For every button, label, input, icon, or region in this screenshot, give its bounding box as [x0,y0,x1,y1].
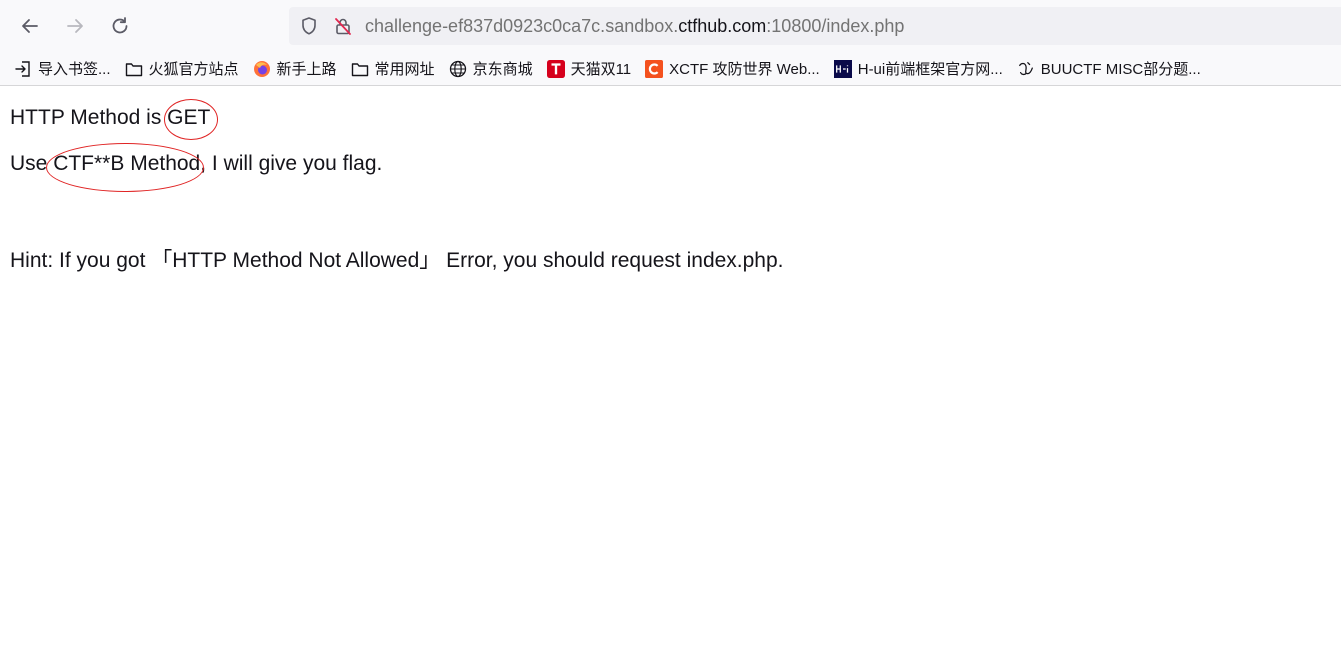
bookmark-import[interactable]: 导入书签... [14,58,111,79]
reload-icon [112,17,128,34]
insecure-lock-icon[interactable] [331,14,355,38]
back-button[interactable] [14,10,46,42]
bookmark-label: 常用网址 [374,61,435,78]
bookmark-label: 火狐官方站点 [148,61,239,78]
import-icon [14,60,32,78]
http-method-line: HTTP Method is GET [10,99,219,140]
url-prefix: challenge-ef837d0923c0ca7c.sandbox. [365,15,679,36]
bookmark-label: H-ui前端框架官方网... [857,61,1003,78]
forward-arrow-icon [67,19,83,33]
bookmark-label: XCTF 攻防世界 Web... [669,61,820,78]
method-label: HTTP Method is [10,106,168,129]
firefox-icon [253,60,271,78]
bookmark-xctf[interactable]: XCTF 攻防世界 Web... [645,58,820,79]
globe-icon [449,60,467,78]
bookmark-common-sites[interactable]: 常用网址 [351,58,435,79]
tmall-icon [546,59,565,78]
buuctf-icon [1017,60,1035,78]
folder-icon [351,60,369,78]
xctf-icon [645,59,664,78]
bookmark-label: 导入书签... [38,61,111,78]
bookmark-firefox-official[interactable]: 火狐官方站点 [125,58,239,79]
bookmark-label: 天猫双11 [570,61,632,78]
bookmark-tmall[interactable]: 天猫双11 [546,58,632,79]
address-bar[interactable]: challenge-ef837d0923c0ca7c.sandbox.ctfhu… [289,7,1341,45]
bookmarks-toolbar: 导入书签... 火狐官方站点 新手上路 常用网址 京东商城 天猫双11 XCTF… [0,52,1341,86]
required-method-circled: CTF**B Method [46,143,205,192]
flag-text: , I will give you flag. [200,152,383,175]
current-method-circled: GET [164,99,219,140]
browser-chrome: challenge-ef837d0923c0ca7c.sandbox.ctfhu… [0,0,1341,86]
back-arrow-icon [22,19,38,33]
forward-button[interactable] [59,10,91,42]
url-suffix: :10800/index.php [766,15,905,36]
url-host: ctfhub.com [678,15,767,36]
url-text[interactable]: challenge-ef837d0923c0ca7c.sandbox.ctfhu… [365,16,904,37]
navigation-toolbar: challenge-ef837d0923c0ca7c.sandbox.ctfhu… [0,0,1341,52]
hint-text: Hint: If you got 「HTTP Method Not Allowe… [10,249,784,272]
bookmark-label: 京东商城 [472,61,533,78]
hui-icon [833,59,852,78]
bookmark-buuctf[interactable]: BUUCTF MISC部分题... [1017,58,1201,79]
tracking-protection-shield-icon[interactable] [297,14,321,38]
folder-icon [125,60,143,78]
reload-button[interactable] [104,10,136,42]
bookmark-label: 新手上路 [276,61,337,78]
bookmark-jd[interactable]: 京东商城 [449,58,533,79]
bookmark-getting-started[interactable]: 新手上路 [253,58,337,79]
bookmark-label: BUUCTF MISC部分题... [1040,61,1201,78]
use-method-line: Use CTF**B Method, I will give you flag. [10,143,383,192]
bookmark-hui[interactable]: H-ui前端框架官方网... [833,58,1003,79]
